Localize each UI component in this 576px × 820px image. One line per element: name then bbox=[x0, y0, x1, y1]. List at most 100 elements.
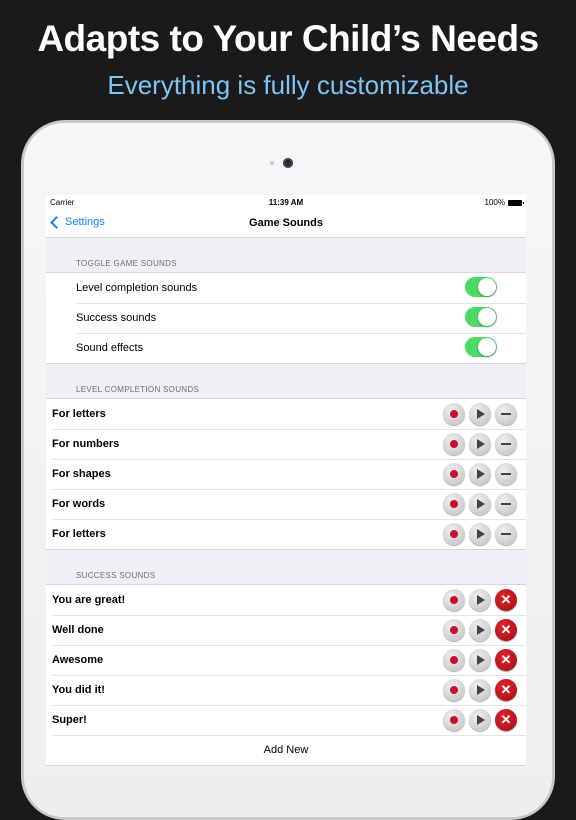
camera-icon bbox=[283, 158, 293, 168]
sound-label: For letters bbox=[52, 408, 106, 420]
close-icon: ✕ bbox=[500, 622, 512, 637]
delete-button[interactable]: ✕ bbox=[495, 619, 517, 641]
record-icon bbox=[450, 656, 458, 664]
record-icon bbox=[450, 500, 458, 508]
sound-label: For words bbox=[52, 498, 106, 510]
minus-icon bbox=[501, 443, 511, 445]
delete-button[interactable]: ✕ bbox=[495, 649, 517, 671]
close-icon: ✕ bbox=[500, 592, 512, 607]
page-title: Game Sounds bbox=[249, 217, 323, 229]
record-button[interactable] bbox=[443, 709, 465, 731]
status-time: 11:39 AM bbox=[268, 198, 304, 207]
close-icon: ✕ bbox=[500, 682, 512, 697]
record-icon bbox=[450, 686, 458, 694]
play-icon bbox=[477, 469, 485, 479]
delete-button[interactable]: ✕ bbox=[495, 589, 517, 611]
play-icon bbox=[477, 499, 485, 509]
add-new-button[interactable]: Add New bbox=[46, 735, 526, 765]
play-icon bbox=[477, 685, 485, 695]
play-button[interactable] bbox=[469, 433, 491, 455]
remove-button[interactable] bbox=[495, 433, 517, 455]
record-button[interactable] bbox=[443, 523, 465, 545]
play-button[interactable] bbox=[469, 523, 491, 545]
remove-button[interactable] bbox=[495, 523, 517, 545]
sound-row: You did it! ✕ bbox=[46, 675, 526, 705]
sound-row: Awesome ✕ bbox=[46, 645, 526, 675]
sound-label: Super! bbox=[52, 714, 87, 726]
play-icon bbox=[477, 595, 485, 605]
success-sounds-switch[interactable] bbox=[465, 307, 497, 327]
record-button[interactable] bbox=[443, 403, 465, 425]
delete-button[interactable]: ✕ bbox=[495, 679, 517, 701]
record-icon bbox=[450, 716, 458, 724]
play-icon bbox=[477, 625, 485, 635]
sound-label: Well done bbox=[52, 624, 104, 636]
record-button[interactable] bbox=[443, 679, 465, 701]
sound-row: You are great! ✕ bbox=[46, 585, 526, 615]
play-button[interactable] bbox=[469, 403, 491, 425]
battery-percent: 100% bbox=[484, 198, 505, 207]
toggle-group: Level completion sounds Success sounds S… bbox=[46, 272, 526, 364]
promo-subheadline: Everything is fully customizable bbox=[107, 70, 469, 100]
delete-button[interactable]: ✕ bbox=[495, 709, 517, 731]
minus-icon bbox=[501, 473, 511, 475]
section-header-toggle: TOGGLE GAME SOUNDS bbox=[76, 259, 177, 268]
section-header-success: SUCCESS SOUNDS bbox=[76, 571, 156, 580]
record-button[interactable] bbox=[443, 619, 465, 641]
battery-icon bbox=[508, 199, 524, 206]
status-bar: Carrier 11:39 AM 100% bbox=[46, 195, 526, 211]
record-icon bbox=[450, 470, 458, 478]
sound-row: For letters bbox=[46, 519, 526, 549]
toggle-label: Success sounds bbox=[76, 312, 157, 324]
play-icon bbox=[477, 529, 485, 539]
record-icon bbox=[450, 596, 458, 604]
play-icon bbox=[477, 409, 485, 419]
play-icon bbox=[477, 715, 485, 725]
play-button[interactable] bbox=[469, 589, 491, 611]
minus-icon bbox=[501, 533, 511, 535]
play-button[interactable] bbox=[469, 493, 491, 515]
sound-label: For letters bbox=[52, 528, 106, 540]
sound-row: Well done ✕ bbox=[46, 615, 526, 645]
play-button[interactable] bbox=[469, 619, 491, 641]
success-sounds-group: You are great! ✕ Well done ✕ Awesome ✕ Y… bbox=[46, 584, 526, 766]
minus-icon bbox=[501, 413, 511, 415]
close-icon: ✕ bbox=[500, 712, 512, 727]
remove-button[interactable] bbox=[495, 493, 517, 515]
play-icon bbox=[477, 439, 485, 449]
promo-headline: Adapts to Your Child’s Needs bbox=[37, 18, 539, 59]
sound-label: You are great! bbox=[52, 594, 126, 606]
sensor-dot bbox=[270, 161, 274, 165]
toggle-row: Level completion sounds bbox=[46, 273, 526, 303]
remove-button[interactable] bbox=[495, 463, 517, 485]
play-button[interactable] bbox=[469, 649, 491, 671]
toggle-label: Sound effects bbox=[76, 342, 144, 354]
play-button[interactable] bbox=[469, 709, 491, 731]
remove-button[interactable] bbox=[495, 403, 517, 425]
sound-label: You did it! bbox=[52, 684, 105, 696]
play-button[interactable] bbox=[469, 679, 491, 701]
sound-effects-switch[interactable] bbox=[465, 337, 497, 357]
sound-row: For letters bbox=[46, 399, 526, 429]
record-button[interactable] bbox=[443, 493, 465, 515]
record-icon bbox=[450, 410, 458, 418]
sound-label: For numbers bbox=[52, 438, 120, 450]
record-button[interactable] bbox=[443, 589, 465, 611]
sound-label: For shapes bbox=[52, 468, 111, 480]
record-button[interactable] bbox=[443, 649, 465, 671]
play-button[interactable] bbox=[469, 463, 491, 485]
section-header-level: LEVEL COMPLETION SOUNDS bbox=[76, 385, 200, 394]
nav-bar: Settings Game Sounds bbox=[46, 211, 526, 238]
record-icon bbox=[450, 440, 458, 448]
sound-row: For words bbox=[46, 489, 526, 519]
record-icon bbox=[450, 626, 458, 634]
level-completion-sounds-switch[interactable] bbox=[465, 277, 497, 297]
play-icon bbox=[477, 655, 485, 665]
minus-icon bbox=[501, 503, 511, 505]
record-button[interactable] bbox=[443, 433, 465, 455]
record-button[interactable] bbox=[443, 463, 465, 485]
sound-row: For numbers bbox=[46, 429, 526, 459]
toggle-label: Level completion sounds bbox=[76, 282, 198, 294]
toggle-row: Sound effects bbox=[46, 333, 526, 363]
level-sounds-group: For letters For numbers For shapes For w… bbox=[46, 398, 526, 550]
